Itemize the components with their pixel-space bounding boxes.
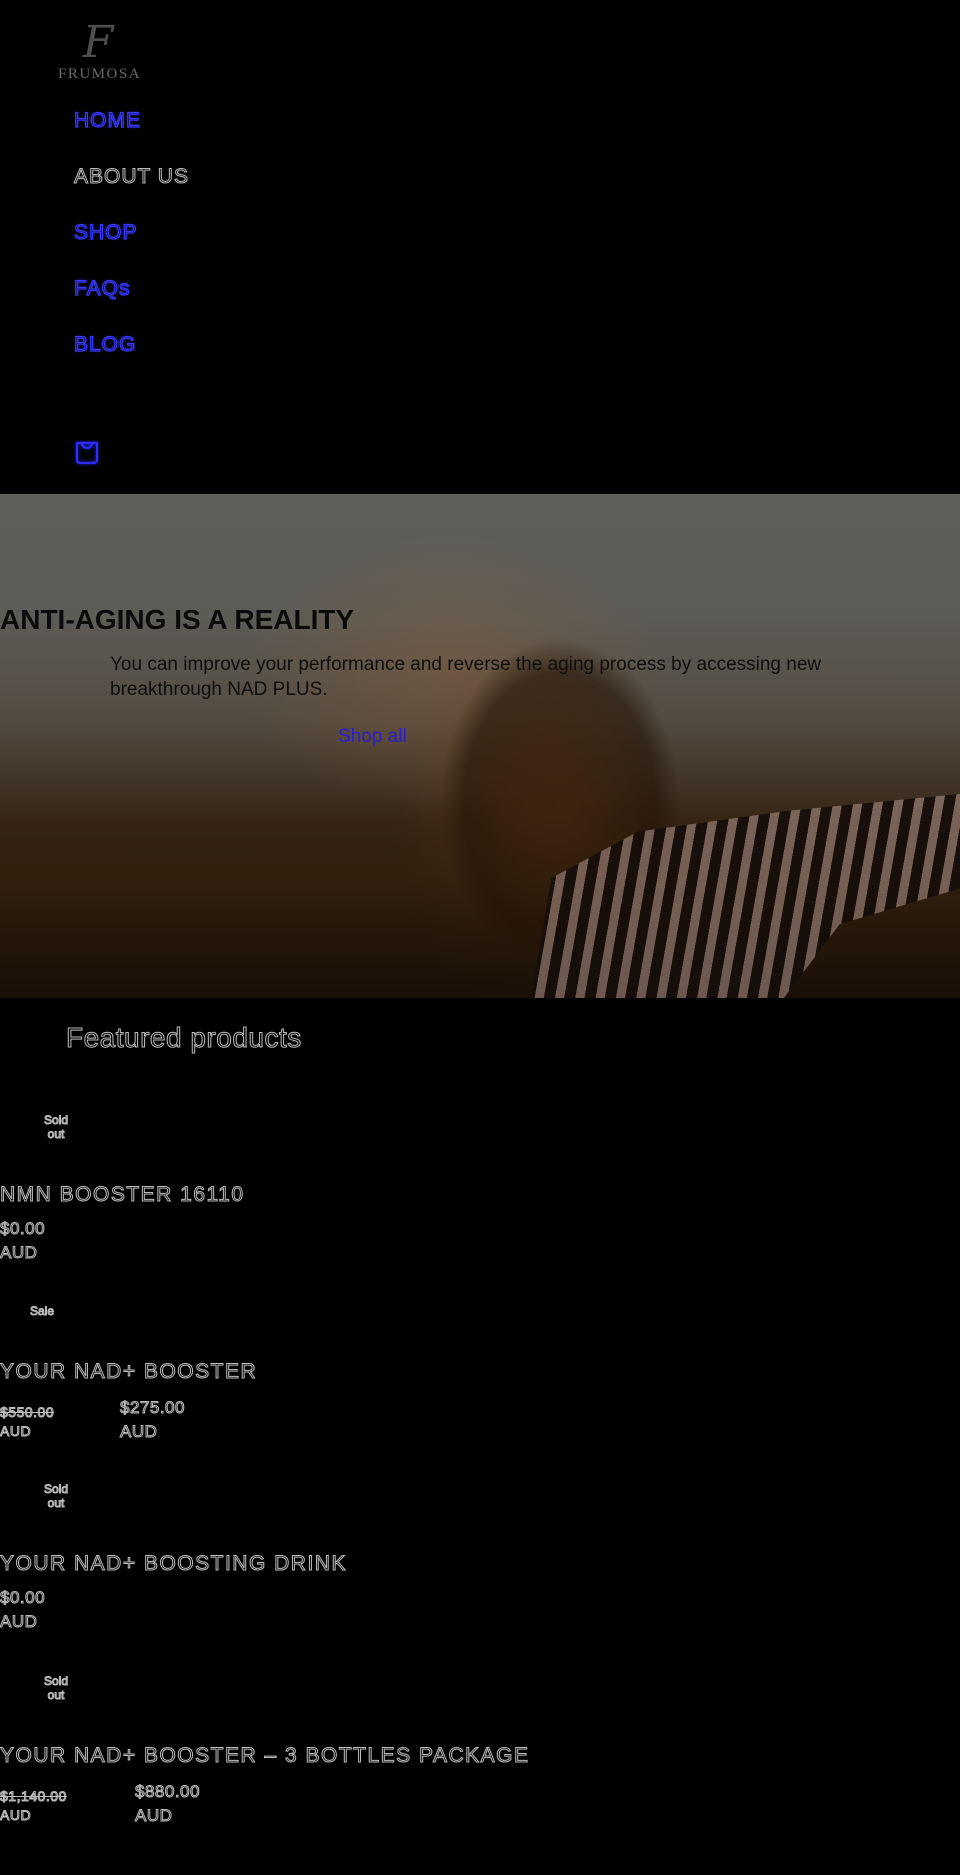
logo-wordmark: FRUMOSA (58, 66, 142, 82)
product-title[interactable]: NMN BOOSTER 16110 (0, 1183, 245, 1207)
product-currency: AUD (119, 1422, 158, 1442)
sold-out-badge: Sold out (43, 1482, 69, 1511)
product-price: $0.00 (0, 1219, 46, 1239)
nav-shop[interactable]: SHOP (73, 217, 189, 273)
product-price: $880.00 (135, 1782, 200, 1802)
product-price: $275.00 (120, 1398, 185, 1418)
nav-blog[interactable]: BLOG (73, 329, 189, 385)
nav-faqs[interactable]: FAQs (73, 273, 189, 329)
product-title[interactable]: YOUR NAD+ BOOSTER (0, 1360, 257, 1384)
logo-monogram: F (82, 17, 114, 68)
product-currency: AUD (0, 1243, 38, 1263)
featured-products-title: Featured products (66, 1022, 302, 1054)
main-nav: HOME ABOUT US SHOP FAQs BLOG (73, 105, 189, 385)
shopping-bag-icon (75, 441, 99, 465)
product-currency: AUD (0, 1612, 38, 1632)
hero-overlay (0, 494, 960, 998)
sold-out-badge: Sold out (43, 1113, 69, 1142)
cart-button[interactable] (74, 440, 100, 466)
product-compare-currency: AUD (0, 1423, 32, 1440)
product-price: $0.00 (0, 1588, 46, 1608)
nav-home[interactable]: HOME (73, 105, 189, 161)
sold-out-badge: Sold out (43, 1674, 69, 1703)
product-title[interactable]: YOUR NAD+ BOOSTING DRINK (0, 1552, 347, 1576)
hero-banner: ANTI-AGING IS A REALITY You can improve … (0, 494, 960, 998)
product-compare-price: $550.00 (0, 1404, 55, 1421)
hero-title: ANTI-AGING IS A REALITY (0, 604, 355, 635)
product-currency: AUD (134, 1806, 173, 1826)
sale-badge: Sale (29, 1304, 55, 1319)
product-compare-currency: AUD (0, 1807, 32, 1824)
product-title[interactable]: YOUR NAD+ BOOSTER – 3 BOTTLES PACKAGE (0, 1744, 530, 1768)
product-compare-price: $1,140.00 (0, 1788, 67, 1805)
brand-logo[interactable]: F FRUMOSA (58, 17, 142, 83)
hero-text: You can improve your performance and rev… (110, 654, 822, 700)
nav-about-us[interactable]: ABOUT US (74, 161, 189, 217)
shop-all-link[interactable]: Shop all (338, 726, 407, 748)
